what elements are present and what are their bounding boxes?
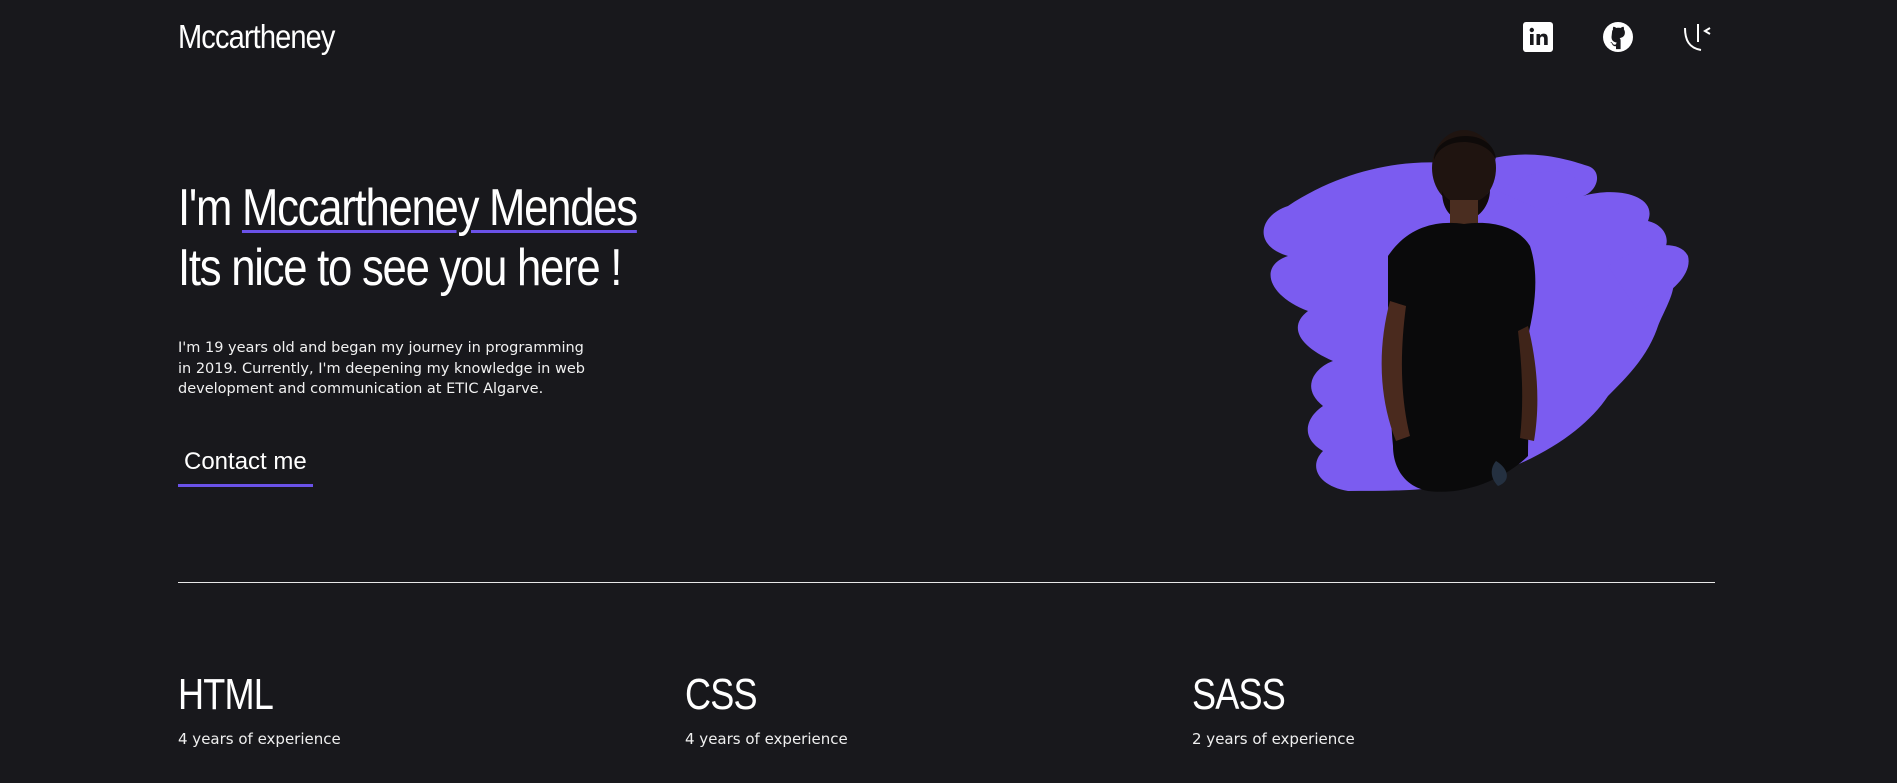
skill-experience: 4 years of experience [178, 730, 341, 748]
site-header: Mccartheney [178, 0, 1715, 84]
skill-experience: 2 years of experience [1192, 730, 1355, 748]
brand-logo[interactable]: Mccartheney [178, 18, 335, 56]
contact-button[interactable]: Contact me [178, 448, 313, 487]
greeting-prefix: I'm [178, 179, 242, 237]
section-divider [178, 582, 1715, 583]
skill-name: SASS [1192, 670, 1286, 719]
skill-name: CSS [685, 670, 758, 719]
social-links [1521, 20, 1715, 54]
portfolio-page: Mccartheney I'm Mccartheney Mendes Its n… [0, 0, 1897, 783]
skill-name: HTML [178, 670, 274, 719]
profile-portrait [1228, 96, 1698, 536]
skill-item-html: HTML 4 years of experience [178, 668, 578, 748]
hero-title: I'm Mccartheney Mendes Its nice to see y… [178, 178, 638, 298]
linkedin-icon[interactable] [1521, 20, 1555, 54]
github-icon[interactable] [1601, 20, 1635, 54]
hero-subtitle: Its nice to see you here ! [178, 239, 622, 297]
skill-experience: 4 years of experience [685, 730, 848, 748]
skill-item-sass: SASS 2 years of experience [1192, 668, 1592, 748]
custom-logo-icon[interactable] [1681, 20, 1715, 54]
intro-text: I'm 19 years old and began my journey in… [178, 340, 585, 397]
hero-name: Mccartheney Mendes [241, 179, 638, 237]
skill-item-css: CSS 4 years of experience [685, 668, 1085, 748]
